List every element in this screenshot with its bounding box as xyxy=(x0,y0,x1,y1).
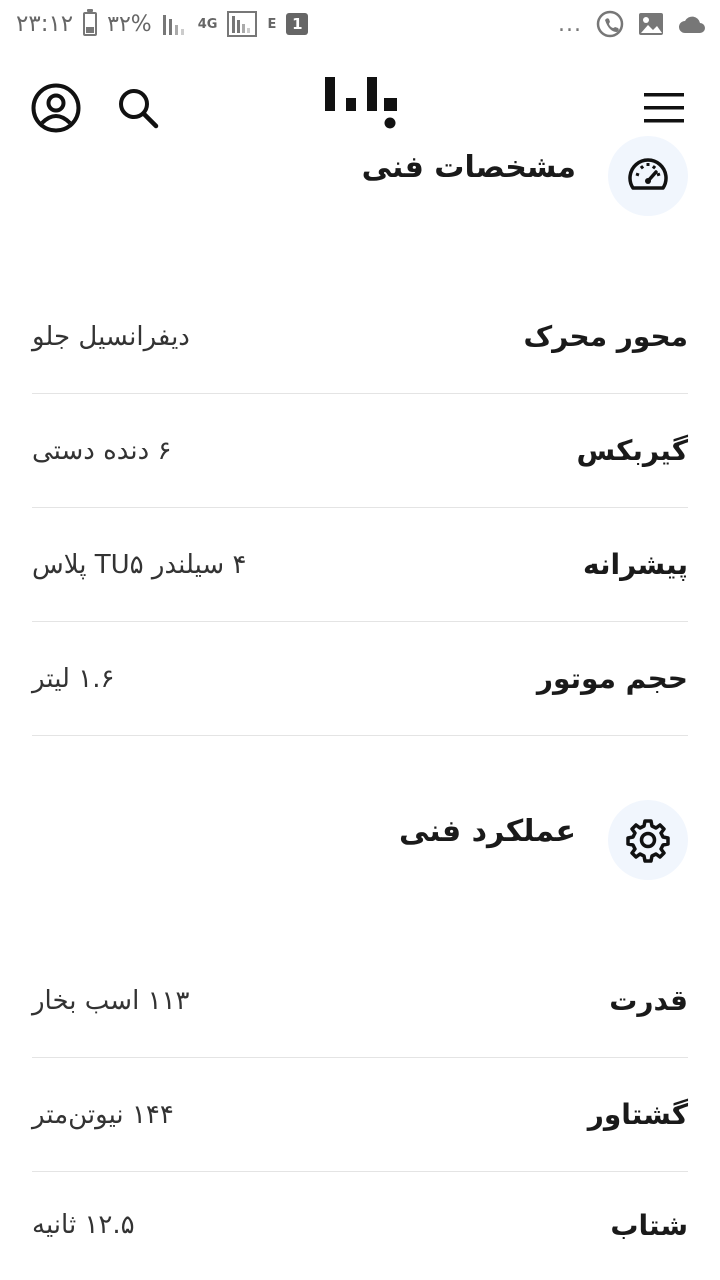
status-bar: ۲۳:۱۲ ۳۲% 4G E 1 ... xyxy=(0,0,720,48)
signal-icon-2 xyxy=(227,11,258,37)
spec-value: ۶ دنده دستی xyxy=(32,435,172,466)
bama-logo-icon[interactable] xyxy=(322,72,402,134)
spec-row-gearbox: گیربکس ۶ دنده دستی xyxy=(32,394,688,508)
spec-label: گشتاور xyxy=(587,1098,688,1131)
status-left: ۲۳:۱۲ ۳۲% 4G E 1 xyxy=(16,9,309,37)
signal-icon xyxy=(162,15,184,35)
status-time: ۲۳:۱۲ xyxy=(16,11,74,37)
gear-icon-circle xyxy=(608,800,688,880)
spec-row-acceleration: شتاب ۱۲.۵ ثانیه xyxy=(32,1168,688,1280)
spec-value: ۱.۶ لیتر xyxy=(32,663,115,694)
spec-value: ۱۲.۵ ثانیه xyxy=(32,1210,135,1240)
notification-badge: 1 xyxy=(286,13,309,35)
gear-icon xyxy=(626,819,670,863)
user-circle-icon xyxy=(31,83,81,133)
network-4g-label: 4G xyxy=(197,16,218,32)
spec-row-drive: محور محرک دیفرانسیل جلو xyxy=(32,280,688,394)
spec-label: پیشرانه xyxy=(583,548,688,581)
spec-label: شتاب xyxy=(610,1208,688,1242)
search-button[interactable] xyxy=(110,80,166,136)
spec-value: ۱۴۴ نیوتن‌متر xyxy=(32,1099,174,1130)
hamburger-menu-button[interactable] xyxy=(634,80,694,136)
spec-value: دیفرانسیل جلو xyxy=(32,321,190,352)
more-dots: ... xyxy=(558,11,582,37)
battery-percent: ۳۲% xyxy=(107,11,152,37)
search-icon xyxy=(119,89,159,129)
spec-label: محور محرک xyxy=(523,320,688,353)
network-e-label: E xyxy=(267,16,277,32)
speedometer-icon xyxy=(628,158,668,190)
image-icon xyxy=(639,13,663,35)
section-title-specs: مشخصات فنی xyxy=(361,150,576,185)
screen: ۲۳:۱۲ ۳۲% 4G E 1 ... مشخصات فنی محور محر… xyxy=(0,0,720,1280)
speedometer-icon-circle xyxy=(608,136,688,216)
spec-row-torque: گشتاور ۱۴۴ نیوتن‌متر xyxy=(32,1058,688,1172)
spec-value: ۴ سیلندر TU۵ پلاس xyxy=(32,549,247,580)
spec-label: حجم موتور xyxy=(536,662,688,695)
status-right: ... xyxy=(558,10,706,38)
profile-button[interactable] xyxy=(28,80,84,136)
spec-row-power: قدرت ۱۱۳ اسب بخار xyxy=(32,944,688,1058)
hamburger-menu-icon xyxy=(644,93,684,123)
section-title-performance: عملکرد فنی xyxy=(398,814,576,849)
spec-row-engine: پیشرانه ۴ سیلندر TU۵ پلاس xyxy=(32,508,688,622)
spec-label: گیربکس xyxy=(576,434,688,467)
section-header-performance: عملکرد فنی xyxy=(0,800,720,880)
spec-value: ۱۱۳ اسب بخار xyxy=(32,985,190,1016)
spec-label: قدرت xyxy=(609,984,688,1017)
phone-call-icon xyxy=(596,10,624,38)
battery-icon xyxy=(83,9,98,36)
spec-row-displacement: حجم موتور ۱.۶ لیتر xyxy=(32,622,688,736)
cloud-icon xyxy=(679,16,705,33)
section-header-specs: مشخصات فنی xyxy=(0,136,720,216)
